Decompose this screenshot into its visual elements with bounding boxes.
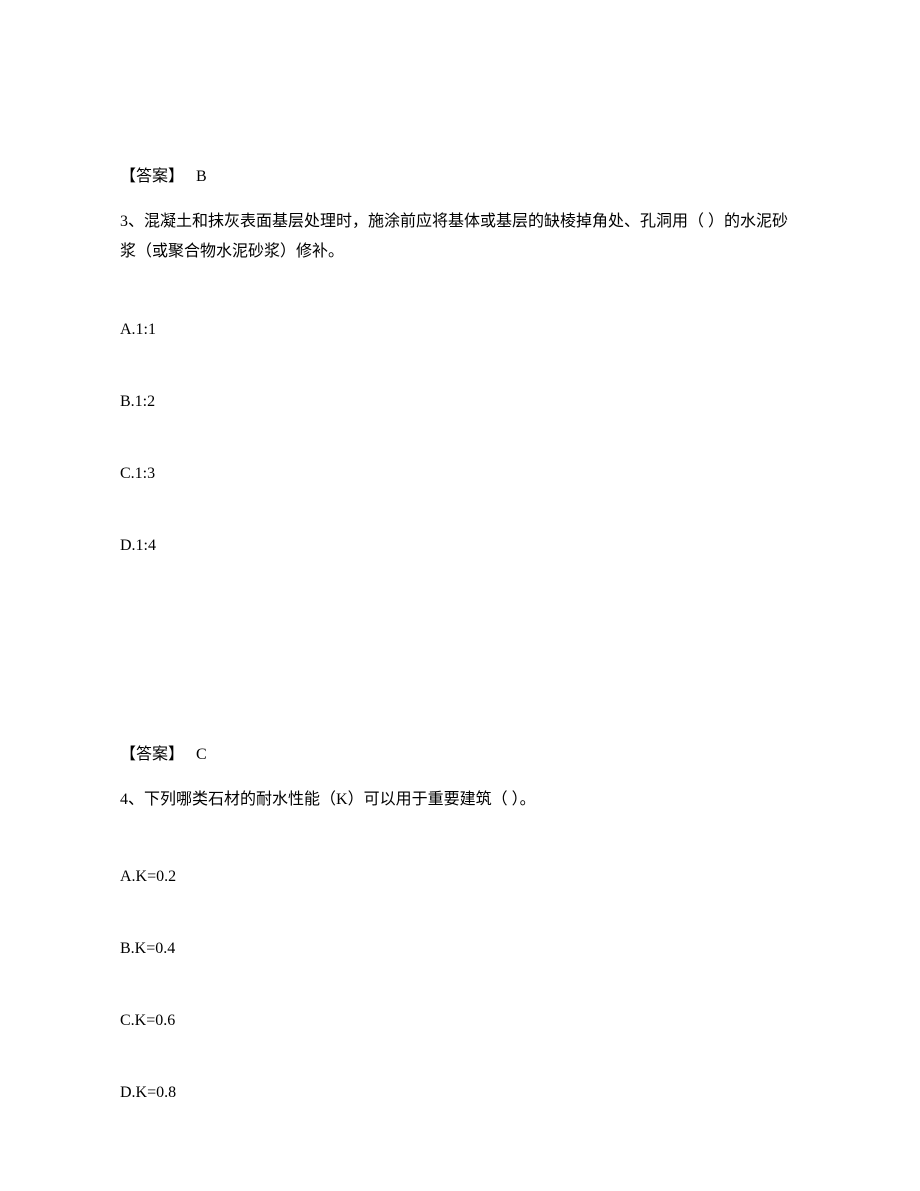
answer-block-q3: 【答案】 C <box>120 743 800 767</box>
question-block-3: 【答案】 B 3、混凝土和抹灰表面基层处理时，施涂前应将基体或基层的缺棱掉角处、… <box>120 165 800 767</box>
answer-value: C <box>196 746 207 763</box>
question-4-options: A.K=0.2 B.K=0.4 C.K=0.6 D.K=0.8 <box>120 865 800 1105</box>
question-3-text: 3、混凝土和抹灰表面基层处理时，施涂前应将基体或基层的缺棱掉角处、孔洞用（ ）的… <box>120 207 800 268</box>
question-4-number: 4、 <box>120 791 144 808</box>
option-d: D.K=0.8 <box>120 1081 800 1105</box>
option-d: D.1:4 <box>120 534 800 558</box>
answer-label: 【答案】 <box>120 168 184 185</box>
question-3-body: 混凝土和抹灰表面基层处理时，施涂前应将基体或基层的缺棱掉角处、孔洞用（ ）的水泥… <box>120 213 788 260</box>
option-c: C.K=0.6 <box>120 1009 800 1033</box>
answer-block-q2: 【答案】 B <box>120 165 800 189</box>
option-c: C.1:3 <box>120 462 800 486</box>
question-4-text: 4、下列哪类石材的耐水性能（K）可以用于重要建筑（ ）。 <box>120 785 800 815</box>
question-3-options: A.1:1 B.1:2 C.1:3 D.1:4 <box>120 318 800 558</box>
question-4-body: 下列哪类石材的耐水性能（K）可以用于重要建筑（ ）。 <box>144 791 536 808</box>
option-a: A.1:1 <box>120 318 800 342</box>
question-block-4: 4、下列哪类石材的耐水性能（K）可以用于重要建筑（ ）。 A.K=0.2 B.K… <box>120 785 800 1105</box>
answer-value: B <box>196 168 207 185</box>
option-a: A.K=0.2 <box>120 865 800 889</box>
answer-label: 【答案】 <box>120 746 184 763</box>
question-3-number: 3、 <box>120 213 144 230</box>
option-b: B.K=0.4 <box>120 937 800 961</box>
option-b: B.1:2 <box>120 390 800 414</box>
